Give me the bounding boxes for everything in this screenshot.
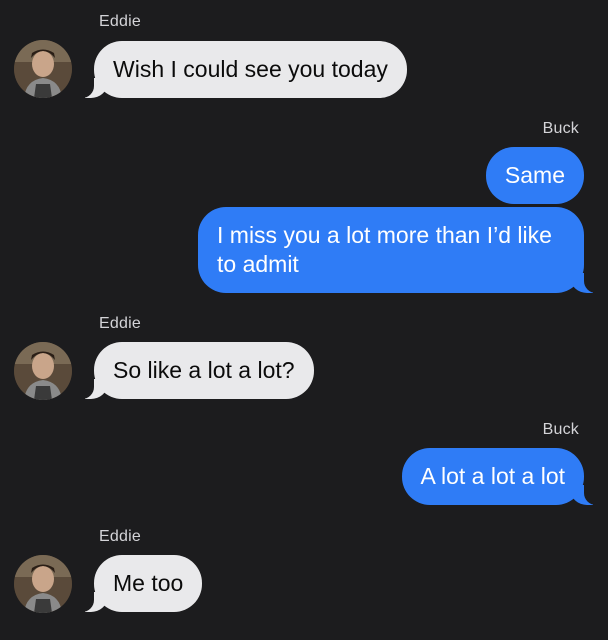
- message-text: A lot a lot a lot: [420, 463, 565, 489]
- outgoing-message-bubble[interactable]: Same: [485, 147, 584, 204]
- incoming-message-bubble[interactable]: Me too: [71, 555, 203, 612]
- message-thread: Eddie Wish I could see you today Buck Sa…: [0, 0, 608, 640]
- message-text: So like a lot a lot?: [113, 357, 295, 383]
- sender-name-eddie: Eddie: [99, 13, 141, 30]
- sender-name-eddie: Eddie: [99, 528, 141, 545]
- contact-avatar-icon[interactable]: [14, 555, 72, 613]
- message-text: I miss you a lot more than I’d like to a…: [217, 222, 552, 277]
- outgoing-message-bubble[interactable]: I miss you a lot more than I’d like to a…: [198, 207, 606, 293]
- sender-name-buck: Buck: [542, 421, 579, 438]
- message-text: Wish I could see you today: [113, 56, 388, 82]
- incoming-message-bubble[interactable]: So like a lot a lot?: [72, 342, 314, 399]
- outgoing-message-bubble[interactable]: A lot a lot a lot: [401, 448, 607, 505]
- message-text: Me too: [113, 570, 184, 596]
- sender-name-buck: Buck: [542, 120, 579, 137]
- incoming-message-bubble[interactable]: Wish I could see you today: [72, 41, 407, 98]
- contact-avatar-icon[interactable]: [14, 40, 72, 98]
- message-text: Same: [504, 162, 565, 188]
- contact-avatar-icon[interactable]: [14, 342, 72, 400]
- sender-name-eddie: Eddie: [99, 315, 141, 332]
